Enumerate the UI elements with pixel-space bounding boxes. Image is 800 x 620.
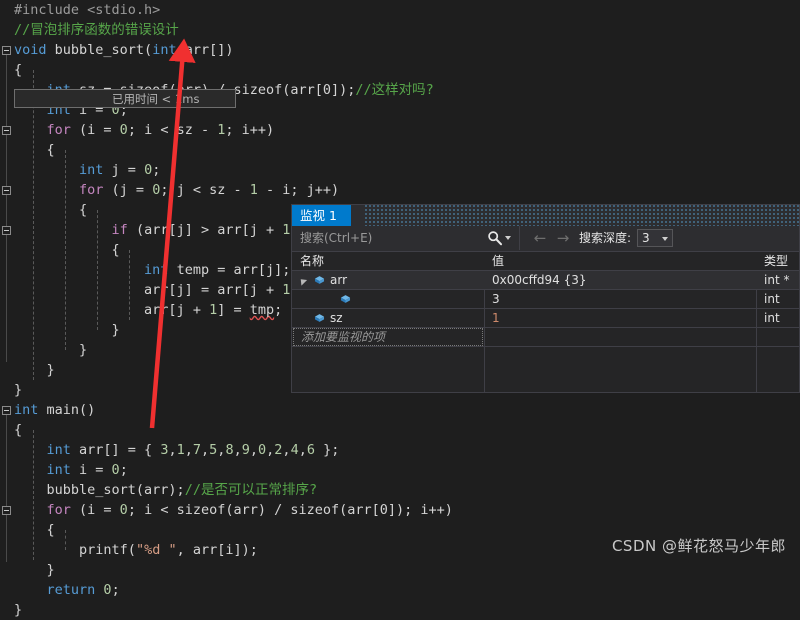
variable-icon [314, 314, 325, 322]
watch-name-cell[interactable] [292, 290, 484, 308]
arrow-left-icon[interactable]: ← [532, 230, 548, 246]
code-line[interactable]: int main() [14, 400, 95, 420]
watch-type-cell: int [764, 292, 780, 306]
csdn-watermark: CSDN @鲜花怒马少年郎 [611, 537, 786, 555]
watch-type-cell: int [764, 311, 780, 325]
search-input-placeholder: 搜索(Ctrl+E) [300, 231, 373, 245]
add-watch-item-placeholder: 添加要监视的项 [301, 330, 386, 344]
search-depth-label: 搜索深度: [579, 231, 632, 245]
watch-grid[interactable]: 名称 值 类型 arr 0x00cffd94 {3} int * 3 int sz 1 int 添加要… [292, 252, 799, 392]
code-line[interactable]: } [14, 560, 55, 580]
search-depth-value: 3 [642, 231, 650, 245]
code-line[interactable]: printf("%d ", arr[i]); [14, 540, 258, 560]
watch-value-cell[interactable]: 1 [484, 309, 756, 327]
code-line[interactable]: { [14, 420, 22, 440]
watch-grid-header: 名称 值 类型 [292, 252, 799, 271]
fold-toggle-if[interactable] [2, 226, 11, 235]
table-row[interactable]: arr 0x00cffd94 {3} int * [292, 271, 799, 290]
watch-variable-name: sz [330, 311, 343, 325]
search-depth-select[interactable]: 3 [637, 229, 673, 247]
code-line[interactable]: int temp = arr[j]; [14, 260, 290, 280]
table-row[interactable]: 3 int [292, 290, 799, 309]
fold-toggle-print-for[interactable] [2, 506, 11, 515]
fold-region-line [6, 424, 7, 562]
fold-toggle-inner-for[interactable] [2, 186, 11, 195]
code-line[interactable]: #include <stdio.h> [14, 0, 160, 20]
fold-toggle-main[interactable] [2, 406, 11, 415]
watch-add-row[interactable]: 添加要监视的项 [292, 328, 799, 347]
expander-collapse-icon[interactable] [297, 276, 308, 286]
chevron-down-icon[interactable] [662, 237, 668, 241]
code-line[interactable]: int arr[] = { 3,1,7,5,8,9,0,2,4,6 }; [14, 440, 340, 460]
code-line[interactable]: void bubble_sort(int arr[]) [14, 40, 233, 60]
column-header-value: 值 [492, 254, 505, 268]
code-line[interactable]: } [14, 600, 22, 620]
code-line[interactable]: { [14, 240, 120, 260]
code-line[interactable]: for (j = 0; j < sz - 1 - i; j++) [14, 180, 339, 200]
arrow-right-icon[interactable]: → [555, 230, 571, 246]
watch-value-cell[interactable]: 0x00cffd94 {3} [484, 271, 756, 289]
search-icon[interactable] [487, 230, 503, 246]
column-header-name: 名称 [300, 254, 325, 268]
code-line[interactable]: int j = 0; [14, 160, 160, 180]
fold-toggle-bubble-sort[interactable] [2, 46, 11, 55]
watch-window[interactable]: 监视 1 搜索(Ctrl+E) ← → 搜索深度: 3 名称 值 类型 arr 0x00… [291, 204, 800, 393]
code-line[interactable]: } [14, 380, 22, 400]
code-line[interactable]: } [14, 320, 120, 340]
code-line[interactable]: { [14, 520, 55, 540]
table-row[interactable]: sz 1 int [292, 309, 799, 328]
search-field[interactable]: 搜索(Ctrl+E) [292, 226, 520, 250]
watch-type-cell: int * [764, 273, 790, 287]
fold-toggle-outer-for[interactable] [2, 126, 11, 135]
code-line[interactable]: for (i = 0; i < sz - 1; i++) [14, 120, 275, 140]
watch-name-cell[interactable]: sz [292, 309, 484, 327]
watch-variable-name: arr [330, 273, 348, 287]
code-line[interactable]: } [14, 340, 87, 360]
variable-icon [340, 295, 351, 303]
watch-value-cell[interactable]: 3 [484, 290, 756, 308]
code-line[interactable]: bubble_sort(arr);//是否可以正常排序? [14, 480, 318, 500]
search-options-chevron-down-icon[interactable] [505, 236, 511, 240]
tab-strip-dots [364, 205, 799, 226]
code-line[interactable]: { [14, 60, 22, 80]
watch-name-cell[interactable]: arr [292, 271, 484, 289]
code-line[interactable]: { [14, 140, 55, 160]
code-line[interactable]: int i = 0; [14, 460, 128, 480]
code-line[interactable]: { [14, 200, 87, 220]
editor-gutter [0, 0, 14, 571]
watch-toolbar: 搜索(Ctrl+E) ← → 搜索深度: 3 [292, 226, 799, 252]
column-header-type: 类型 [764, 254, 789, 268]
code-line[interactable]: //冒泡排序函数的错误设计 [14, 20, 179, 40]
watch-add-value-cell [484, 328, 748, 346]
code-line[interactable]: arr[j + 1] = tmp; [14, 300, 282, 320]
tab-watch-1[interactable]: 监视 1 [292, 205, 351, 226]
watch-add-type-cell [756, 328, 799, 346]
code-line[interactable]: arr[j] = arr[j + 1]; [14, 280, 307, 300]
variable-icon [314, 276, 325, 284]
code-line[interactable]: for (i = 0; i < sizeof(arr) / sizeof(arr… [14, 500, 453, 520]
elapsed-time-annotation: 已用时间 < 1ms [112, 92, 200, 106]
code-line[interactable]: return 0; [14, 580, 120, 600]
fold-region-line [6, 64, 7, 362]
watch-tab-strip: 监视 1 [292, 205, 799, 226]
add-watch-item-field[interactable]: 添加要监视的项 [293, 328, 483, 346]
code-line[interactable]: if (arr[j] > arr[j + 1]) [14, 220, 307, 240]
code-line[interactable]: } [14, 360, 55, 380]
